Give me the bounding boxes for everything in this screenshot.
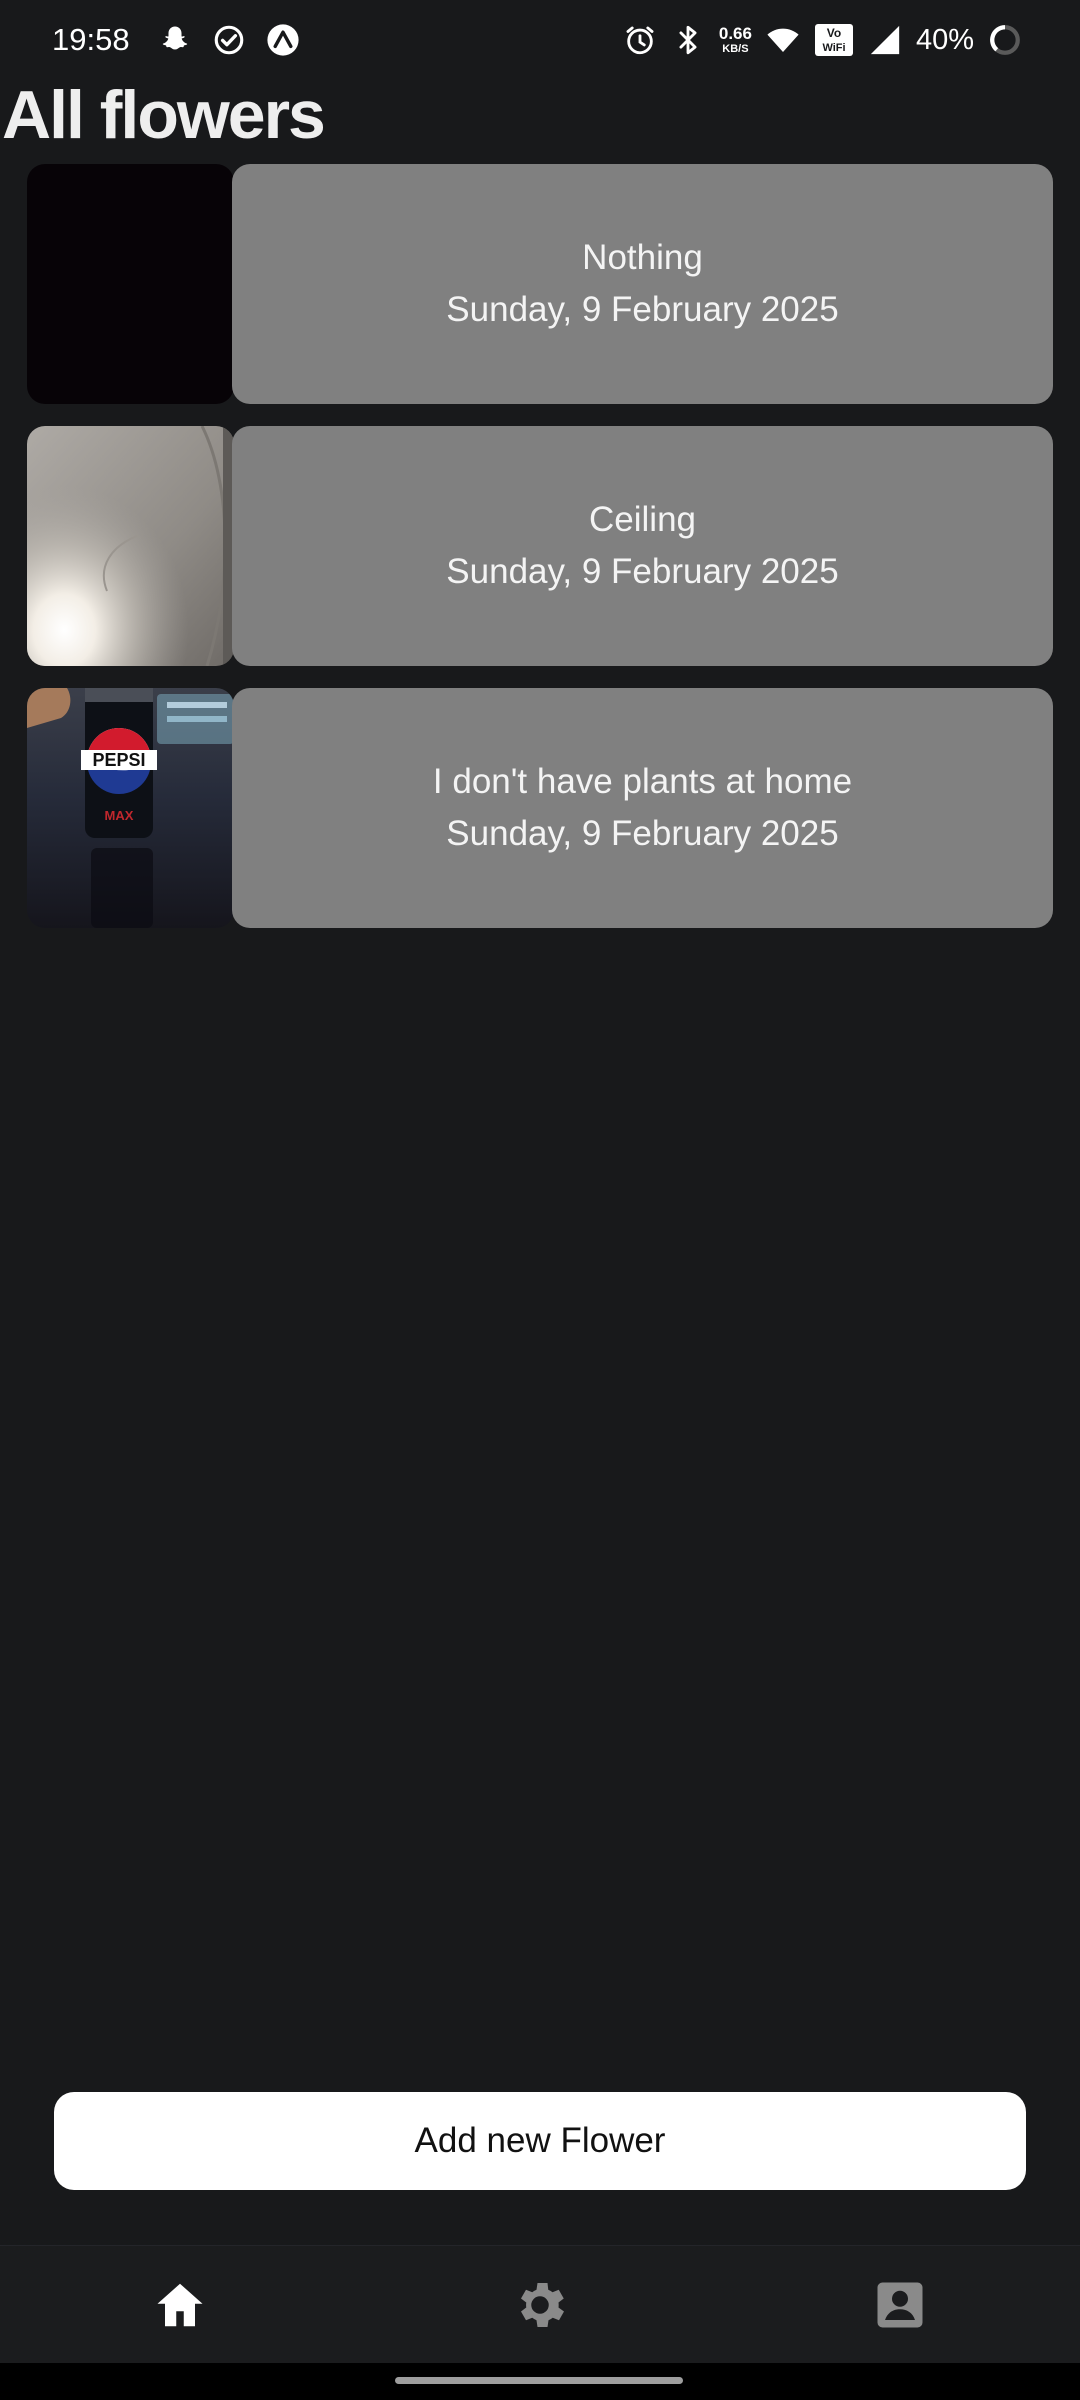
status-left: 19:58	[52, 0, 300, 80]
svg-text:PEPSI: PEPSI	[92, 750, 145, 770]
network-speed-value: 0.66	[718, 24, 752, 43]
wifi-icon	[767, 28, 799, 53]
battery-ring-icon	[990, 25, 1020, 55]
flower-date: Sunday, 9 February 2025	[446, 290, 839, 329]
nav-item-home[interactable]	[100, 2246, 260, 2364]
svg-text:WiFi: WiFi	[822, 42, 845, 54]
gear-icon	[521, 2283, 564, 2327]
flower-name: I don't have plants at home	[432, 762, 853, 801]
gesture-handle[interactable]	[395, 2377, 683, 2384]
nav-item-profile[interactable]	[820, 2246, 980, 2364]
network-speed-unit: KB/S	[722, 43, 749, 55]
bluetooth-icon	[679, 25, 697, 55]
home-icon	[157, 2283, 203, 2327]
status-time: 19:58	[52, 22, 130, 57]
page-title: All flowers	[2, 77, 326, 153]
battery-percent: 40%	[915, 23, 974, 56]
add-new-flower-button[interactable]: Add new Flower	[54, 2092, 1026, 2190]
flower-list-item[interactable]: PEPSI MAX I don't have plants at home Su…	[27, 688, 1053, 928]
flower-list-item[interactable]: Ceiling Sunday, 9 February 2025	[27, 426, 1053, 666]
account-box-icon	[877, 2282, 923, 2328]
flower-list-item[interactable]: Nothing Sunday, 9 February 2025	[27, 164, 1053, 404]
status-right: 0.66 KB/S Vo WiFi 40%	[623, 0, 1022, 80]
flower-info-card[interactable]: Nothing Sunday, 9 February 2025	[232, 164, 1053, 404]
flower-date: Sunday, 9 February 2025	[446, 814, 839, 853]
ceiling-light-photo-image	[27, 426, 234, 666]
flower-thumbnail	[27, 426, 234, 666]
expo-icon	[266, 24, 299, 56]
status-bar: 19:58 0.66 KB/S Vo WiFi 40%	[0, 0, 1080, 80]
flower-thumbnail: PEPSI MAX	[27, 688, 234, 928]
flower-name: Ceiling	[589, 500, 696, 539]
network-speed: 0.66 KB/S	[719, 25, 752, 55]
snapchat-icon	[162, 26, 187, 50]
flower-date: Sunday, 9 February 2025	[446, 552, 839, 591]
nav-item-settings[interactable]	[460, 2246, 620, 2364]
svg-text:Vo: Vo	[827, 26, 841, 40]
flower-info-card[interactable]: Ceiling Sunday, 9 February 2025	[232, 426, 1053, 666]
check-circle-icon	[214, 25, 243, 55]
flower-info-card[interactable]: I don't have plants at home Sunday, 9 Fe…	[232, 688, 1053, 928]
gesture-navigation-area	[0, 2363, 1080, 2400]
cell-signal-icon	[870, 25, 900, 55]
flower-thumbnail	[27, 164, 234, 404]
bottom-nav	[0, 2245, 1080, 2364]
dark-photo-image	[27, 164, 234, 404]
vowifi-icon: Vo WiFi	[814, 24, 853, 56]
svg-text:MAX: MAX	[105, 808, 134, 823]
flower-list: Nothing Sunday, 9 February 2025 Ceiling …	[27, 164, 1053, 950]
soda-can-photo-image: PEPSI MAX	[27, 688, 234, 928]
alarm-icon	[626, 26, 654, 55]
flower-name: Nothing	[582, 238, 703, 277]
